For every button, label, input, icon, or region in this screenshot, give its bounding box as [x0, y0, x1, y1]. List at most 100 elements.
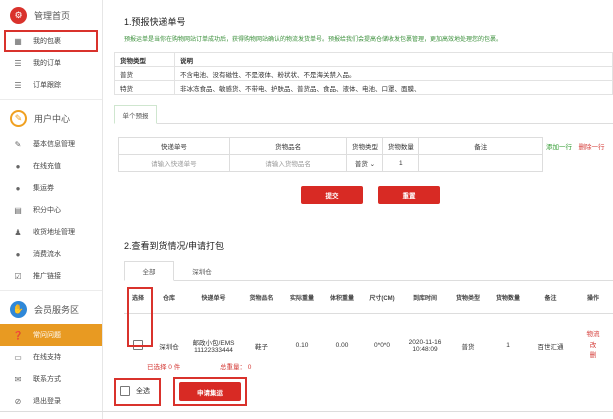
sidebar-item-label: 退出登录	[33, 398, 61, 405]
sidebar-item-order-tracking[interactable]: ☰ 订单跟踪	[0, 74, 102, 96]
arrival-time-cell: 2020-11-16 10:48:09	[402, 313, 448, 378]
column-header: 货物品名	[241, 283, 282, 314]
select-all-checkbox[interactable]	[120, 386, 130, 396]
total-weight: 总重量： 0	[220, 364, 252, 371]
remark-cell: 百世汇通	[537, 343, 564, 351]
sidebar-item-basic-info[interactable]: ✎ 基本信息管理	[0, 133, 102, 155]
coin-icon: ●	[15, 249, 21, 259]
sidebar-item-recharge[interactable]: ● 在线充值	[0, 155, 102, 177]
select-column-highlight	[127, 287, 153, 347]
goods-type-select[interactable]: 普货 ⌄	[346, 154, 384, 172]
sidebar-item-promo[interactable]: ☑ 推广链接	[0, 265, 102, 287]
add-row-link[interactable]: 添加一行	[543, 138, 576, 155]
goods-type-cell: 普货	[461, 343, 475, 351]
action-cell: 物流 改 删	[573, 313, 613, 378]
question-icon: ❓	[13, 330, 23, 340]
edit-link[interactable]: 改	[573, 341, 613, 351]
sidebar-section-home[interactable]: ⚙ 管理首页	[0, 0, 102, 30]
apply-consolidation-button[interactable]: 申请集运	[179, 382, 241, 401]
size-cell: 0*0*0	[374, 342, 390, 350]
packages-header-row: 选择 仓库 快递单号 货物品名 实际重量 体积重量 尺寸(CM) 到库时间 货物…	[124, 283, 613, 314]
sidebar-item-coupon[interactable]: ● 集运券	[0, 177, 102, 199]
form-header-row: 快递单号 货物品名 货物类型 货物数量 备注 添加一行 删除一行	[118, 137, 608, 155]
reset-button[interactable]: 重置	[378, 186, 440, 204]
list-icon: ☰	[14, 58, 22, 68]
sidebar-item-my-orders[interactable]: ☰ 我的订单	[0, 52, 102, 74]
tab-shenzhen[interactable]: 深圳仓	[182, 261, 222, 281]
divider	[0, 290, 102, 291]
list-icon: ☰	[14, 80, 22, 90]
form-header-cell: 货物数量	[382, 137, 420, 155]
sidebar-item-logout[interactable]: ⊘ 退出登录	[0, 390, 102, 412]
section1-title: 1.预报快递单号	[124, 17, 186, 27]
packages-table: 选择 仓库 快递单号 货物品名 实际重量 体积重量 尺寸(CM) 到库时间 货物…	[124, 283, 613, 378]
sidebar: ⚙ 管理首页 ▦ 我的包裹 ☰ 我的订单 ☰ 订单跟踪 ✎ 用户中心 ✎ 基本信…	[0, 0, 103, 419]
sidebar-item-label: 集运券	[33, 185, 54, 192]
column-header: 实际重量	[282, 283, 322, 314]
chevron-down-icon: ⌄	[369, 161, 376, 168]
sidebar-item-my-package[interactable]: ▦ 我的包裹	[4, 30, 98, 52]
tracking-number-input[interactable]: 请输入快递单号	[118, 154, 230, 172]
sidebar-home-label: 管理首页	[34, 10, 71, 21]
sidebar-item-label: 基本信息管理	[33, 141, 75, 148]
sidebar-item-label: 我的订单	[33, 60, 61, 67]
goods-name-input[interactable]: 请输入货物品名	[228, 154, 348, 172]
table-row: 深圳仓 邮政小包/EMS 11122333444 鞋子 0.10 0.00 0*…	[124, 313, 613, 378]
sidebar-item-label: 消费流水	[33, 251, 61, 258]
sidebar-item-contact[interactable]: ✉ 联系方式	[0, 368, 102, 390]
warehouse-tab-bar: 全部 深圳仓	[124, 261, 613, 281]
delete-row-link[interactable]: 删除一行	[575, 138, 607, 155]
sidebar-item-points[interactable]: ▤ 积分中心	[0, 199, 102, 221]
table-header-cell: 说明	[174, 52, 613, 67]
sidebar-item-funds[interactable]: ● 消费流水	[0, 243, 102, 265]
sidebar-item-label: 在线充值	[33, 163, 61, 170]
sidebar-section-member-area[interactable]: ✋ 会员服务区	[0, 294, 102, 324]
chat-icon: ✉	[14, 374, 22, 384]
goods-type-value: 普货	[354, 161, 368, 168]
form-header-cell: 货物品名	[228, 137, 348, 155]
volume-weight-cell: 0.00	[335, 342, 349, 350]
selected-count: 已选择 0 件	[147, 364, 181, 371]
checkbox-icon: ☑	[14, 271, 22, 281]
tab-all[interactable]: 全部	[124, 261, 174, 281]
goods-type-info-table: 货物类型 说明 普货 不含电池、没有磁性、不是液体、粉状状、不是海关禁入品。 特…	[114, 52, 613, 95]
form-input-row: 请输入快递单号 请输入货物品名 普货 ⌄ 1	[118, 154, 608, 172]
coin-icon: ●	[15, 161, 21, 171]
submit-button[interactable]: 提交	[301, 186, 363, 204]
table-header-cell: 货物类型	[114, 52, 175, 67]
table-cell: 不含电池、没有磁性、不是液体、粉状状、不是海关禁入品。	[174, 66, 613, 81]
select-all-control[interactable]: 全选	[120, 386, 150, 396]
tracking-carrier: 邮政小包/EMS	[192, 340, 235, 348]
delete-link[interactable]: 删	[573, 351, 613, 361]
tab-single-forecast[interactable]: 单个预报	[114, 105, 157, 124]
form-header-cell: 备注	[418, 137, 544, 155]
sidebar-item-label: 我的包裹	[33, 38, 61, 45]
column-header: 货物类型	[448, 283, 488, 314]
sidebar-section-user-center[interactable]: ✎ 用户中心	[0, 103, 102, 133]
forecast-form-table: 快递单号 货物品名 货物类型 货物数量 备注 添加一行 删除一行 请输入快递单号…	[118, 137, 608, 172]
table-cell: 普货	[114, 66, 175, 81]
grid-icon: ▦	[14, 36, 22, 46]
sidebar-item-faq[interactable]: ❓ 常问问题	[0, 324, 102, 346]
sidebar-item-support[interactable]: ▭ 在线支持	[0, 346, 102, 368]
sidebar-item-address[interactable]: ♟ 收货地址管理	[0, 221, 102, 243]
sidebar-member-area-label: 会员服务区	[34, 304, 80, 315]
sidebar-item-label: 联系方式	[33, 376, 61, 383]
logistics-link[interactable]: 物流	[573, 330, 613, 340]
quantity-input[interactable]: 1	[382, 154, 420, 172]
main-content: 1.预报快递单号 预报运单是当你在购物网站订单成功后，获得购物网站确认的物流发货…	[110, 0, 613, 419]
sidebar-item-label: 在线支持	[33, 354, 61, 361]
sidebar-user-center-label: 用户中心	[34, 113, 71, 124]
tracking-number: 11122333444	[194, 347, 233, 355]
column-header: 快递单号	[186, 283, 241, 314]
empty-cell	[543, 155, 576, 172]
column-header: 尺寸(CM)	[362, 283, 402, 314]
column-header: 到库时间	[402, 283, 448, 314]
forecast-tab-bar: 单个预报	[114, 105, 613, 124]
remark-input[interactable]	[418, 154, 544, 172]
handshake-icon: ✋	[10, 300, 27, 318]
edit-icon: ✎	[14, 139, 22, 149]
quantity-cell: 1	[506, 342, 510, 350]
coin-icon: ●	[15, 183, 21, 193]
actual-weight-cell: 0.10	[295, 342, 309, 350]
